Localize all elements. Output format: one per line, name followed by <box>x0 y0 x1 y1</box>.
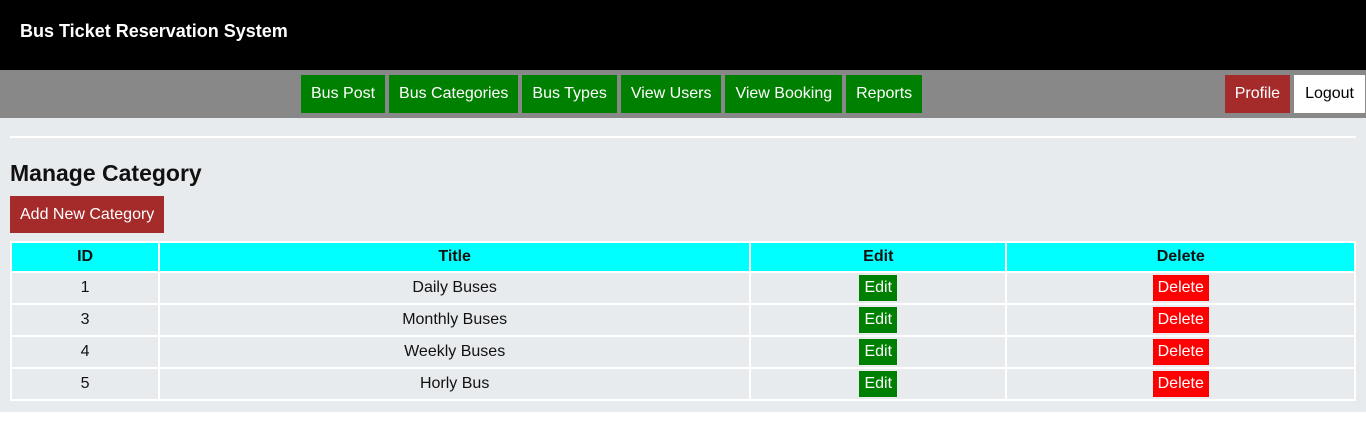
cell-id: 5 <box>12 369 159 399</box>
site-title: Bus Ticket Reservation System <box>20 21 288 41</box>
cell-delete: Delete <box>1007 273 1354 303</box>
cell-id: 4 <box>12 337 159 367</box>
divider <box>10 136 1356 138</box>
cell-delete: Delete <box>1007 337 1354 367</box>
delete-button[interactable]: Delete <box>1152 371 1209 397</box>
nav-bus-post-button[interactable]: Bus Post <box>301 75 386 113</box>
delete-button[interactable]: Delete <box>1152 339 1209 365</box>
edit-button[interactable]: Edit <box>859 339 898 365</box>
table-header-row: ID Title Edit Delete <box>12 243 1354 271</box>
cell-delete: Delete <box>1007 305 1354 335</box>
cell-edit: Edit <box>751 369 1006 399</box>
column-header-title: Title <box>160 243 750 271</box>
cell-edit: Edit <box>751 305 1006 335</box>
cell-id: 3 <box>12 305 159 335</box>
column-header-edit: Edit <box>751 243 1006 271</box>
cell-title: Monthly Buses <box>160 305 750 335</box>
nav-view-booking-button[interactable]: View Booking <box>725 75 843 113</box>
column-header-delete: Delete <box>1007 243 1354 271</box>
delete-button[interactable]: Delete <box>1152 275 1209 301</box>
edit-button[interactable]: Edit <box>859 275 898 301</box>
cell-delete: Delete <box>1007 369 1354 399</box>
edit-button[interactable]: Edit <box>859 307 898 333</box>
table-row: 1 Daily Buses Edit Delete <box>12 273 1354 303</box>
table-row: 3 Monthly Buses Edit Delete <box>12 305 1354 335</box>
nav-reports-button[interactable]: Reports <box>846 75 923 113</box>
cell-id: 1 <box>12 273 159 303</box>
user-nav: Profile Logout <box>1224 75 1365 113</box>
cell-edit: Edit <box>751 273 1006 303</box>
column-header-id: ID <box>12 243 159 271</box>
add-new-category-button[interactable]: Add New Category <box>10 196 165 233</box>
nav-view-users-button[interactable]: View Users <box>620 75 722 113</box>
nav-bus-categories-button[interactable]: Bus Categories <box>389 75 519 113</box>
profile-button[interactable]: Profile <box>1224 75 1291 113</box>
delete-button[interactable]: Delete <box>1152 307 1209 333</box>
cell-title: Weekly Buses <box>160 337 750 367</box>
category-table: ID Title Edit Delete 1 Daily Buses Edit … <box>10 241 1356 401</box>
table-row: 4 Weekly Buses Edit Delete <box>12 337 1354 367</box>
site-header: Bus Ticket Reservation System <box>0 0 1366 70</box>
nav-bus-types-button[interactable]: Bus Types <box>522 75 617 113</box>
edit-button[interactable]: Edit <box>859 371 898 397</box>
table-row: 5 Horly Bus Edit Delete <box>12 369 1354 399</box>
cell-title: Horly Bus <box>160 369 750 399</box>
logout-button[interactable]: Logout <box>1294 75 1365 113</box>
page-title: Manage Category <box>10 160 202 186</box>
main-nav: Bus Post Bus Categories Bus Types View U… <box>301 75 923 113</box>
cell-title: Daily Buses <box>160 273 750 303</box>
nav-bar: Bus Post Bus Categories Bus Types View U… <box>0 70 1366 118</box>
cell-edit: Edit <box>751 337 1006 367</box>
